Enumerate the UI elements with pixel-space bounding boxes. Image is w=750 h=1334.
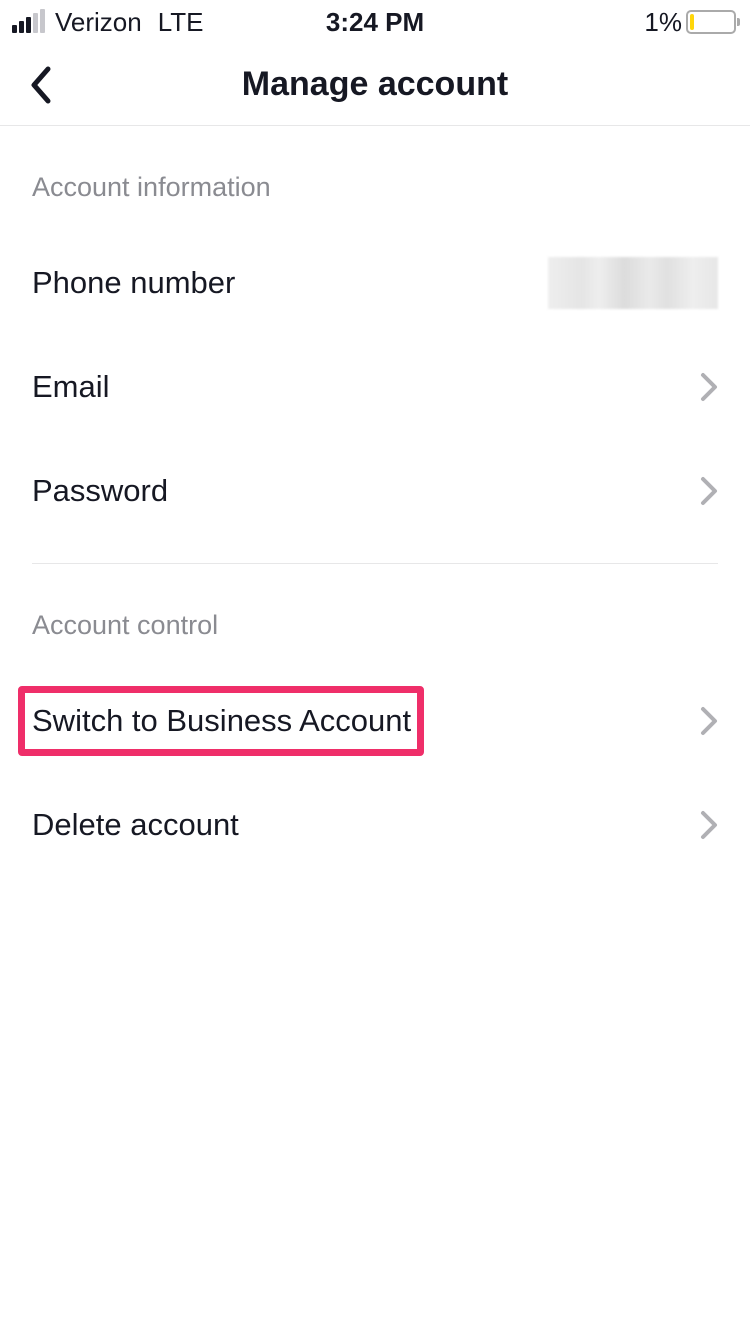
section-header-account-info: Account information: [32, 126, 718, 231]
chevron-right-icon: [700, 706, 718, 736]
row-label: Email: [32, 369, 110, 405]
section-account-control: Account control Switch to Business Accou…: [0, 564, 750, 877]
back-button[interactable]: [0, 44, 80, 126]
chevron-right-icon: [700, 476, 718, 506]
row-switch-business[interactable]: Switch to Business Account: [32, 669, 718, 773]
status-left: Verizon LTE: [12, 7, 204, 38]
battery-percent: 1%: [644, 7, 682, 38]
chevron-right-icon: [700, 372, 718, 402]
row-email[interactable]: Email: [32, 335, 718, 439]
signal-icon: [12, 11, 45, 33]
battery-icon: [686, 10, 736, 34]
row-password[interactable]: Password: [32, 439, 718, 543]
row-delete-account[interactable]: Delete account: [32, 773, 718, 877]
section-account-information: Account information Phone number Email P…: [0, 126, 750, 543]
nav-header: Manage account: [0, 44, 750, 126]
switch-business-highlight: Switch to Business Account: [18, 686, 424, 756]
row-label: Phone number: [32, 265, 235, 301]
section-header-account-control: Account control: [32, 564, 718, 669]
chevron-right-icon: [700, 810, 718, 840]
carrier-label: Verizon: [55, 7, 142, 38]
chevron-left-icon: [28, 65, 52, 105]
row-phone-number[interactable]: Phone number: [32, 231, 718, 335]
page-title: Manage account: [0, 65, 750, 104]
status-right: 1%: [644, 7, 736, 38]
phone-number-redacted: [548, 257, 718, 309]
row-label: Switch to Business Account: [32, 703, 411, 738]
network-label: LTE: [158, 7, 204, 38]
status-bar: Verizon LTE 3:24 PM 1%: [0, 0, 750, 44]
row-label: Delete account: [32, 807, 239, 843]
row-label: Password: [32, 473, 168, 509]
